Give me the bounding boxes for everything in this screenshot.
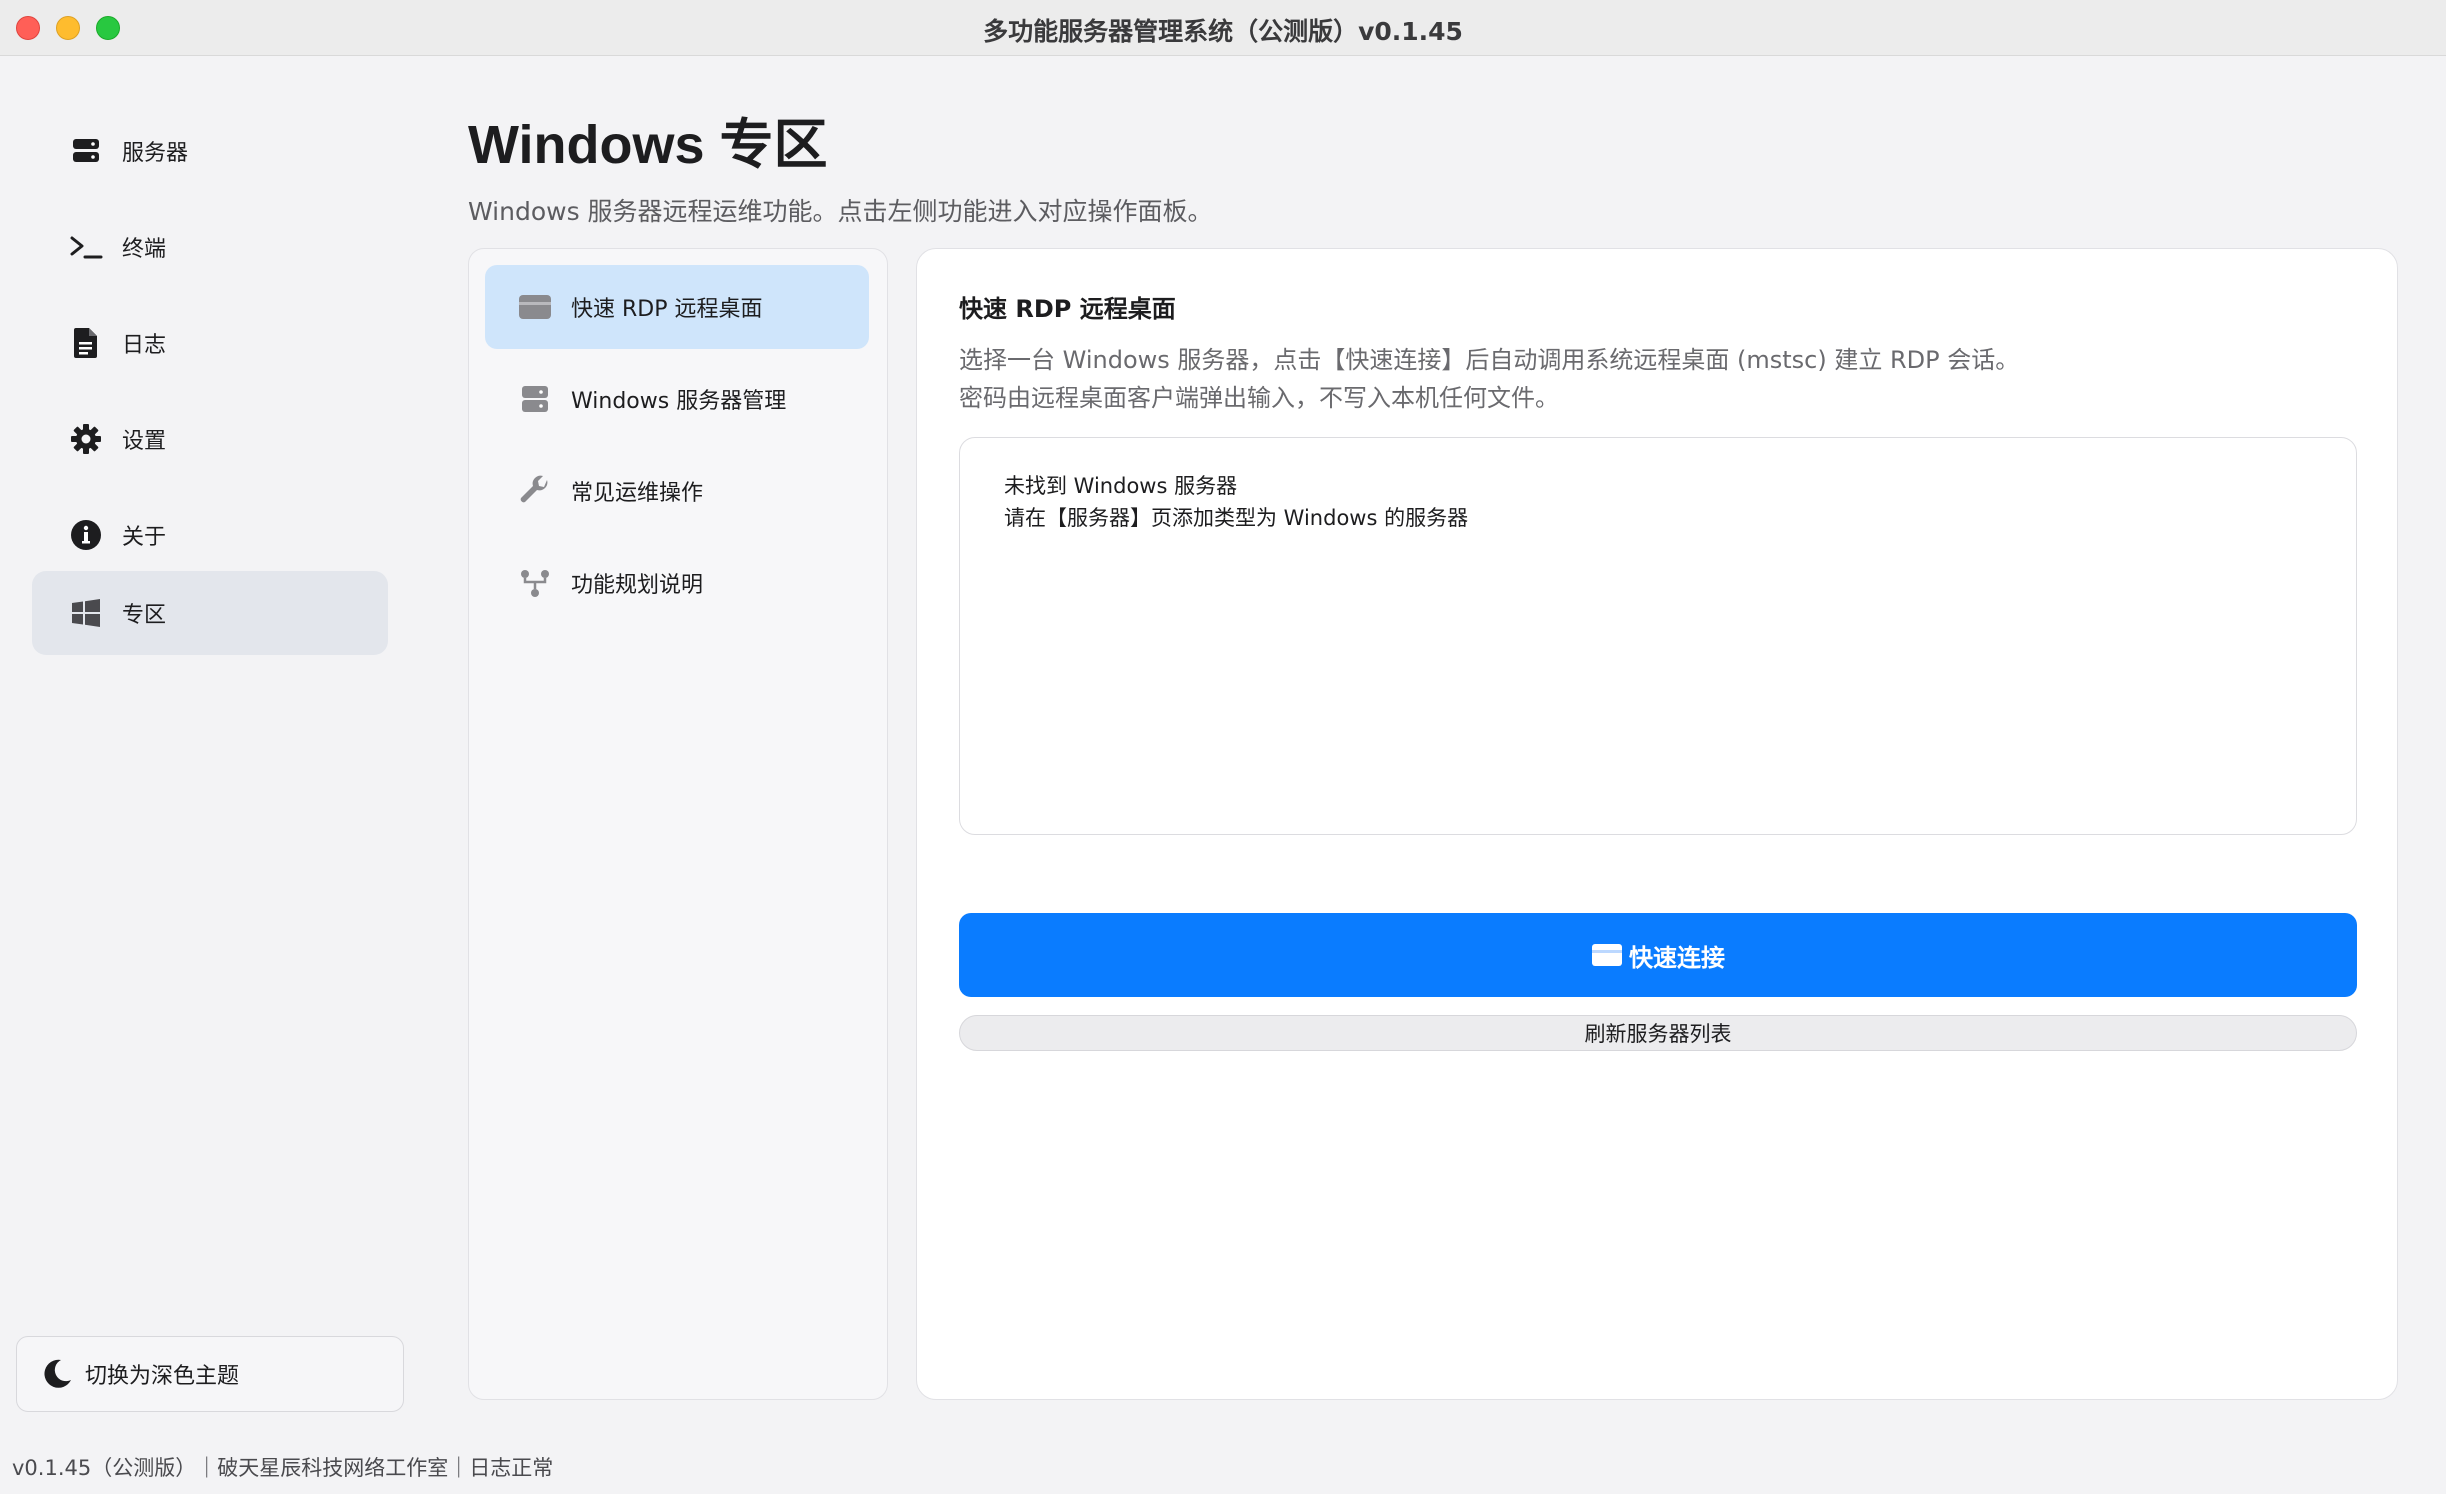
sidebar-item-zone[interactable]: 专区	[32, 571, 388, 655]
terminal-icon	[68, 229, 104, 265]
sidebar-item-label: 专区	[122, 603, 167, 628]
document-icon	[68, 325, 104, 361]
page-subtitle: Windows 服务器远程运维功能。点击左侧功能进入对应操作面板。	[468, 197, 1213, 226]
sidebar-item-terminal[interactable]: 终端	[32, 205, 388, 289]
moon-icon	[39, 1356, 75, 1392]
gear-icon	[68, 421, 104, 457]
server-icon	[517, 381, 553, 417]
empty-state-hint: 请在【服务器】页添加类型为 Windows 的服务器	[1004, 506, 1469, 530]
sitemap-icon	[517, 565, 553, 601]
sidebar-item-label: 终端	[122, 237, 167, 262]
subnav-item-quick-rdp[interactable]: 快速 RDP 远程桌面	[485, 265, 869, 349]
refresh-server-list-button[interactable]: 刷新服务器列表	[959, 1015, 2357, 1051]
sidebar: 服务器 终端 日志 设置 关于 专区 切换为深色主题	[0, 57, 420, 1437]
title-bar: 多功能服务器管理系统（公测版）v0.1.45	[0, 0, 2446, 56]
empty-state-title: 未找到 Windows 服务器	[1004, 474, 1238, 498]
refresh-label: 刷新服务器列表	[1584, 1022, 1732, 1046]
description-line: 密码由远程桌面客户端弹出输入，不写入本机任何文件。	[959, 384, 1559, 412]
status-bar: v0.1.45（公测版）｜破天星辰科技网络工作室｜日志正常	[12, 1456, 554, 1480]
info-icon	[68, 517, 104, 553]
sidebar-item-servers[interactable]: 服务器	[32, 109, 388, 193]
sidebar-item-label: 关于	[122, 525, 167, 550]
sidebar-item-settings[interactable]: 设置	[32, 397, 388, 481]
feature-subnav: 快速 RDP 远程桌面 Windows 服务器管理 常见运维操作 功能规划说明	[468, 248, 888, 1400]
page-title: Windows 专区	[468, 115, 828, 175]
remote-desktop-icon	[517, 289, 553, 325]
description-line: 选择一台 Windows 服务器，点击【快速连接】后自动调用系统远程桌面 (ms…	[959, 346, 2020, 374]
quick-connect-button[interactable]: 快速连接	[959, 913, 2357, 997]
sidebar-item-label: 设置	[122, 429, 167, 454]
sidebar-item-label: 日志	[122, 333, 167, 358]
subnav-item-ops[interactable]: 常见运维操作	[485, 449, 869, 533]
subnav-item-label: 常见运维操作	[571, 481, 704, 506]
sidebar-item-logs[interactable]: 日志	[32, 301, 388, 385]
subnav-item-label: 功能规划说明	[571, 573, 704, 598]
window-title: 多功能服务器管理系统（公测版）v0.1.45	[983, 17, 1463, 46]
server-icon	[68, 133, 104, 169]
subnav-item-label: Windows 服务器管理	[571, 389, 787, 414]
subnav-item-plan[interactable]: 功能规划说明	[485, 541, 869, 625]
quick-connect-label: 快速连接	[1629, 943, 1725, 972]
panel-description: 选择一台 Windows 服务器，点击【快速连接】后自动调用系统远程桌面 (ms…	[959, 341, 2019, 417]
rdp-panel: 快速 RDP 远程桌面 选择一台 Windows 服务器，点击【快速连接】后自动…	[916, 248, 2398, 1400]
remote-desktop-icon	[1591, 942, 1623, 968]
windows-icon	[68, 595, 104, 631]
wrench-icon	[517, 473, 553, 509]
subnav-item-windows-servers[interactable]: Windows 服务器管理	[485, 357, 869, 441]
sidebar-item-label: 服务器	[122, 141, 189, 166]
theme-toggle-button[interactable]: 切换为深色主题	[16, 1336, 404, 1412]
theme-toggle-label: 切换为深色主题	[85, 1364, 240, 1389]
sidebar-item-about[interactable]: 关于	[32, 493, 388, 577]
app-window: 多功能服务器管理系统（公测版）v0.1.45 服务器 终端 日志 设置 关于 专…	[0, 0, 2446, 1494]
subnav-item-label: 快速 RDP 远程桌面	[571, 297, 763, 322]
panel-title: 快速 RDP 远程桌面	[959, 295, 1176, 323]
server-list-box[interactable]: 未找到 Windows 服务器 请在【服务器】页添加类型为 Windows 的服…	[959, 437, 2357, 835]
